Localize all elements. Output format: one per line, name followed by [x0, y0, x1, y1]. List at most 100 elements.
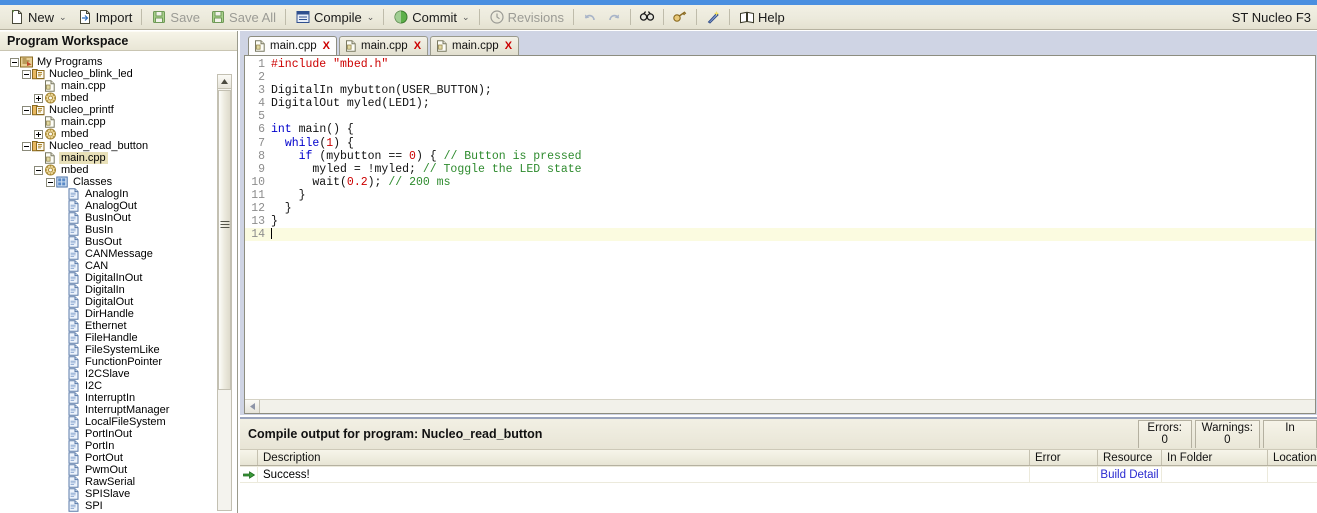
tree-node-nucleo-read-button[interactable]: Nucleo_read_button	[4, 140, 237, 152]
tree-node-main-cpp[interactable]: main.cpp	[4, 80, 237, 92]
tree-node-i2cslave[interactable]: I2CSlave	[4, 368, 237, 380]
tree-node-main-cpp[interactable]: main.cpp	[4, 116, 237, 128]
tree-node-canmessage[interactable]: CANMessage	[4, 248, 237, 260]
code-line-text[interactable]: }	[271, 215, 1315, 228]
toolbar-commit-button[interactable]: Commit ⌄	[388, 7, 474, 28]
tree-node-analogin[interactable]: AnalogIn	[4, 188, 237, 200]
collapse-minus-icon[interactable]	[22, 69, 31, 79]
code-line-text[interactable]: #include "mbed.h"	[271, 58, 1315, 71]
column-header-location[interactable]: Location	[1268, 450, 1317, 465]
column-header-error[interactable]: Error	[1030, 450, 1098, 465]
tree-node-portout[interactable]: PortOut	[4, 452, 237, 464]
tree-node-functionpointer[interactable]: FunctionPointer	[4, 356, 237, 368]
tree-node-analogout[interactable]: AnalogOut	[4, 200, 237, 212]
expand-plus-icon[interactable]	[34, 129, 43, 139]
tree-node-filesystemlike[interactable]: FileSystemLike	[4, 344, 237, 356]
expand-plus-icon[interactable]	[34, 93, 43, 103]
tree-node-dirhandle[interactable]: DirHandle	[4, 308, 237, 320]
code-line-text[interactable]: DigitalOut myled(LED1);	[271, 97, 1315, 110]
code-token: }	[271, 215, 278, 229]
chevron-down-icon[interactable]: ⌄	[462, 12, 470, 22]
code-content[interactable]: 1 #include "mbed.h" 2 3 DigitalIn mybutton(U…	[245, 56, 1315, 242]
tree-node-digitalin[interactable]: DigitalIn	[4, 284, 237, 296]
code-line-text[interactable]: if (mybutton == 0) { // Button is presse…	[271, 150, 1315, 163]
column-header-description[interactable]: Description	[258, 450, 1030, 465]
tree-node-mbed[interactable]: mbed	[4, 128, 237, 140]
build-detail-link[interactable]: Build Detail	[1100, 469, 1158, 481]
close-tab-icon[interactable]: X	[414, 40, 421, 52]
code-token: #include	[271, 58, 334, 71]
tree-node-busin[interactable]: BusIn	[4, 224, 237, 236]
close-tab-icon[interactable]: X	[323, 40, 330, 52]
scroll-up-button[interactable]	[218, 75, 231, 89]
sidebar-scroll-thumb[interactable]	[218, 90, 231, 390]
close-tab-icon[interactable]: X	[505, 40, 512, 52]
compile-output-header: Compile output for program: Nucleo_read_…	[240, 419, 1317, 449]
sidebar-title: Program Workspace	[0, 31, 237, 51]
chevron-down-icon[interactable]: ⌄	[367, 12, 375, 22]
code-line-text[interactable]: while(1) {	[271, 137, 1315, 150]
tree-node-label: Nucleo_read_button	[49, 140, 149, 152]
collapse-minus-icon[interactable]	[46, 177, 55, 187]
code-editor[interactable]: 1 #include "mbed.h" 2 3 DigitalIn mybutton(U…	[244, 55, 1316, 414]
tree-node-busout[interactable]: BusOut	[4, 236, 237, 248]
collapse-minus-icon[interactable]	[22, 141, 31, 151]
tree-node-mbed[interactable]: mbed	[4, 92, 237, 104]
code-line-text[interactable]: myled = !myled; // Toggle the LED state	[271, 163, 1315, 176]
editor-tab[interactable]: main.cpp X	[430, 36, 520, 55]
tree-node-mbed[interactable]: mbed	[4, 164, 237, 176]
code-line-text[interactable]: wait(0.2); // 200 ms	[271, 176, 1315, 189]
editor-tab[interactable]: main.cpp X	[248, 36, 338, 55]
tree-node-localfilesystem[interactable]: LocalFileSystem	[4, 416, 237, 428]
tree-node-filehandle[interactable]: FileHandle	[4, 332, 237, 344]
tree-node-businout[interactable]: BusInOut	[4, 212, 237, 224]
editor-horizontal-scrollbar[interactable]	[245, 399, 1315, 413]
tree-node-interruptin[interactable]: InterruptIn	[4, 392, 237, 404]
column-header-in-folder[interactable]: In Folder	[1162, 450, 1268, 465]
tree-node-nucleo-blink-led[interactable]: Nucleo_blink_led	[4, 68, 237, 80]
wand-button[interactable]	[701, 7, 725, 28]
chevron-down-icon[interactable]: ⌄	[59, 12, 67, 22]
tree-node-nucleo-printf[interactable]: Nucleo_printf	[4, 104, 237, 116]
code-line-text[interactable]: DigitalIn mybutton(USER_BUTTON);	[271, 84, 1315, 97]
toolbar-compile-button[interactable]: Compile ⌄	[290, 7, 379, 28]
toolbar-new-button[interactable]: New ⌄	[4, 7, 72, 28]
collapse-minus-icon[interactable]	[10, 57, 19, 67]
tree-node-my-programs[interactable]: My Programs	[4, 56, 237, 68]
code-line-text[interactable]	[271, 110, 1315, 123]
tree-node-digitalinout[interactable]: DigitalInOut	[4, 272, 237, 284]
tree-node-main-cpp[interactable]: main.cpp	[4, 152, 237, 164]
tree-node-can[interactable]: CAN	[4, 260, 237, 272]
cell-location	[1268, 467, 1317, 483]
collapse-minus-icon[interactable]	[34, 165, 43, 175]
tree-node-digitalout[interactable]: DigitalOut	[4, 296, 237, 308]
tree-node-interruptmanager[interactable]: InterruptManager	[4, 404, 237, 416]
tree-node-portin[interactable]: PortIn	[4, 440, 237, 452]
code-line-text[interactable]: }	[271, 202, 1315, 215]
sidebar-scrollbar[interactable]	[217, 74, 232, 511]
editor-tab[interactable]: main.cpp X	[339, 36, 429, 55]
key-button[interactable]	[668, 7, 692, 28]
help-button[interactable]: Help	[734, 7, 790, 28]
column-header-label: Description	[263, 451, 321, 464]
column-header-resource[interactable]: Resource	[1098, 450, 1162, 465]
tree-expander-spacer	[58, 490, 67, 499]
save-all-icon	[210, 9, 226, 25]
tree-node-i2c[interactable]: I2C	[4, 380, 237, 392]
tree-node-spislave[interactable]: SPISlave	[4, 488, 237, 500]
code-line-text[interactable]: }	[271, 189, 1315, 202]
tree-node-classes[interactable]: Classes	[4, 176, 237, 188]
code-line-text[interactable]: int main() {	[271, 123, 1315, 136]
code-line-text[interactable]	[271, 228, 1315, 241]
collapse-minus-icon[interactable]	[22, 105, 31, 115]
toolbar-import-button[interactable]: Import	[72, 7, 138, 28]
find-button[interactable]	[635, 7, 659, 28]
tree-node-portinout[interactable]: PortInOut	[4, 428, 237, 440]
tree-node-rawserial[interactable]: RawSerial	[4, 476, 237, 488]
code-line-text[interactable]	[271, 71, 1315, 84]
tree-node-pwmout[interactable]: PwmOut	[4, 464, 237, 476]
tree-node-spi[interactable]: SPI	[4, 500, 237, 512]
output-row[interactable]: Success! Build Detail	[240, 466, 1317, 483]
scroll-left-button[interactable]	[245, 400, 260, 413]
tree-node-ethernet[interactable]: Ethernet	[4, 320, 237, 332]
